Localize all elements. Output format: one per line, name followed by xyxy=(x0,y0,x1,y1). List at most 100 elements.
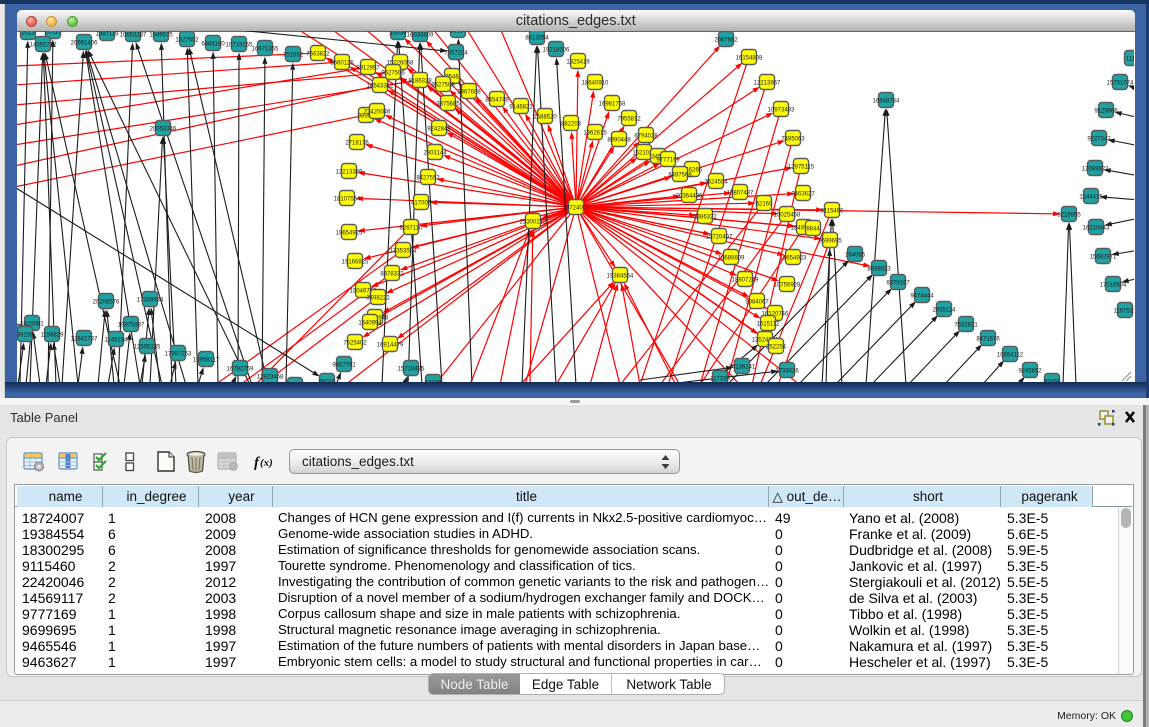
svg-text:1588520: 1588520 xyxy=(533,115,557,121)
svg-text:7625402: 7625402 xyxy=(343,341,367,347)
svg-text:18724007: 18724007 xyxy=(563,206,590,212)
svg-text:8912957: 8912957 xyxy=(356,66,380,72)
svg-text:7663822: 7663822 xyxy=(306,52,330,58)
svg-text:16033809: 16033809 xyxy=(407,33,434,39)
svg-text:164095: 164095 xyxy=(845,253,866,259)
svg-text:20364436: 20364436 xyxy=(676,194,703,200)
svg-text:14136141: 14136141 xyxy=(729,365,756,371)
svg-text:1145194: 1145194 xyxy=(105,338,129,344)
svg-text:20117: 20117 xyxy=(45,31,62,36)
svg-text:20053346: 20053346 xyxy=(150,127,177,133)
svg-text:10688609: 10688609 xyxy=(718,256,745,262)
svg-text:1112: 1112 xyxy=(1126,57,1134,63)
svg-text:17957253: 17957253 xyxy=(165,352,192,358)
svg-text:10654112: 10654112 xyxy=(997,353,1024,359)
svg-text:2967608: 2967608 xyxy=(457,90,481,96)
svg-text:6497568: 6497568 xyxy=(668,173,692,179)
svg-text:10973493: 10973493 xyxy=(768,108,795,114)
svg-text:8471676: 8471676 xyxy=(976,337,1000,343)
svg-text:16039: 16039 xyxy=(390,31,407,37)
svg-text:9474444: 9474444 xyxy=(910,294,934,300)
svg-text:20206576: 20206576 xyxy=(93,300,120,306)
svg-text:7485063: 7485063 xyxy=(781,137,805,143)
svg-text:10807487: 10807487 xyxy=(727,191,754,197)
svg-text:14055712: 14055712 xyxy=(30,43,57,49)
svg-text:3875685: 3875685 xyxy=(436,102,460,108)
svg-text:10719155: 10719155 xyxy=(226,43,253,49)
svg-text:1640994: 1640994 xyxy=(358,321,382,327)
svg-text:9227342: 9227342 xyxy=(1087,137,1111,143)
svg-text:16154808: 16154808 xyxy=(736,56,763,62)
svg-text:17016504: 17016504 xyxy=(1100,283,1127,289)
svg-text:18107554: 18107554 xyxy=(334,197,361,203)
svg-text:2718176: 2718176 xyxy=(345,141,369,147)
svg-text:9844: 9844 xyxy=(806,227,820,233)
svg-text:8186328: 8186328 xyxy=(408,79,432,85)
svg-text:7357224: 7357224 xyxy=(444,51,468,57)
svg-text:8878332: 8878332 xyxy=(380,272,404,278)
svg-text:19654923: 19654923 xyxy=(780,256,807,262)
svg-text:417006: 417006 xyxy=(411,201,432,207)
svg-text:8938923: 8938923 xyxy=(867,267,891,273)
svg-text:16671355: 16671355 xyxy=(252,47,279,53)
svg-text:16961758: 16961758 xyxy=(599,102,626,108)
svg-text:15720407: 15720407 xyxy=(706,235,733,241)
svg-text:1362615: 1362615 xyxy=(583,131,607,137)
svg-text:16543342: 16543342 xyxy=(367,84,394,90)
svg-text:12093822: 12093822 xyxy=(1082,167,1109,173)
svg-text:1167531: 1167531 xyxy=(1114,309,1134,315)
svg-text:9084067: 9084067 xyxy=(745,300,769,306)
svg-text:88130: 88130 xyxy=(450,31,467,35)
svg-text:7632621: 7632621 xyxy=(954,323,978,329)
svg-text:751552: 751552 xyxy=(283,53,304,59)
svg-text:16782759: 16782759 xyxy=(227,367,254,373)
svg-text:8990448: 8990448 xyxy=(607,138,631,144)
svg-text:13353594: 13353594 xyxy=(390,249,417,255)
svg-text:1527602: 1527602 xyxy=(175,38,199,44)
svg-text:9699695: 9699695 xyxy=(818,239,842,245)
svg-text:10756928: 10756928 xyxy=(774,283,801,289)
svg-text:12942737: 12942737 xyxy=(71,337,98,343)
svg-text:9777169: 9777169 xyxy=(656,158,680,164)
svg-text:6379197: 6379197 xyxy=(886,281,910,287)
svg-text:2087682: 2087682 xyxy=(714,38,738,44)
svg-text:9129966: 9129966 xyxy=(1094,109,1118,115)
svg-text:10975887: 10975887 xyxy=(118,323,145,329)
svg-text:2935114: 2935114 xyxy=(933,308,957,314)
svg-text:17359934: 17359934 xyxy=(137,298,164,304)
svg-text:12923468: 12923468 xyxy=(257,375,284,381)
svg-text:9146821: 9146821 xyxy=(509,105,533,111)
svg-text:12505135: 12505135 xyxy=(134,345,161,351)
svg-text:8813054: 8813054 xyxy=(525,36,549,42)
svg-text:20691406: 20691406 xyxy=(71,41,98,47)
svg-text:19654925: 19654925 xyxy=(336,231,363,237)
svg-text:8427552: 8427552 xyxy=(416,176,440,182)
svg-text:10025458: 10025458 xyxy=(774,213,801,219)
svg-text:8660125: 8660125 xyxy=(330,61,354,67)
svg-text:8454749: 8454749 xyxy=(485,98,509,104)
svg-text:1325419: 1325419 xyxy=(566,60,590,66)
svg-text:882203: 882203 xyxy=(561,122,582,128)
svg-text:8267110: 8267110 xyxy=(400,226,424,232)
svg-text:15751074: 15751074 xyxy=(1107,81,1134,87)
svg-text:3498222: 3498222 xyxy=(366,296,390,302)
svg-text:12213967: 12213967 xyxy=(754,81,781,87)
svg-text:(x): (x) xyxy=(260,457,273,469)
svg-text:1049575: 1049575 xyxy=(149,33,173,39)
svg-text:1615112: 1615112 xyxy=(757,322,781,328)
svg-text:2013: 2013 xyxy=(21,31,35,37)
svg-text:1987119: 1987119 xyxy=(96,32,120,38)
svg-text:16914479: 16914479 xyxy=(377,343,404,349)
svg-text:7955812: 7955812 xyxy=(617,117,641,123)
svg-text:12975115: 12975115 xyxy=(788,165,815,171)
svg-text:1156829: 1156829 xyxy=(41,333,65,339)
svg-text:15716485: 15716485 xyxy=(398,367,425,373)
svg-text:6466160: 6466160 xyxy=(201,42,225,48)
svg-text:9242848: 9242848 xyxy=(427,127,451,133)
svg-text:10958117: 10958117 xyxy=(193,358,220,364)
svg-text:9527508: 9527508 xyxy=(431,83,455,89)
svg-text:25300213: 25300213 xyxy=(520,220,547,226)
svg-text:16648784: 16648784 xyxy=(873,99,900,105)
svg-text:9463627: 9463627 xyxy=(791,192,815,198)
svg-text:9115460: 9115460 xyxy=(821,209,845,215)
